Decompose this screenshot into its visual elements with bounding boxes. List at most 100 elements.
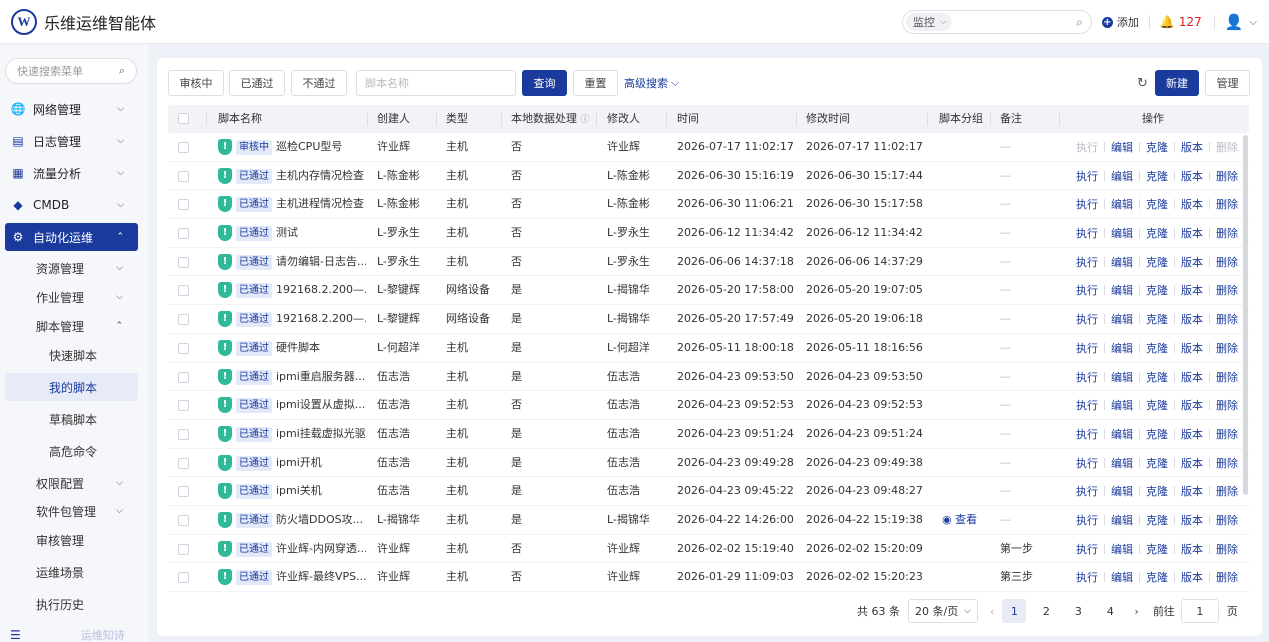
edit-button[interactable]: 编辑 [1111,254,1133,270]
cell-name[interactable]: 主机进程情况检查 [276,190,366,218]
edit-button[interactable]: 编辑 [1111,541,1133,557]
cell-name[interactable]: 巡检CPU型号 [276,133,366,161]
add-button[interactable]: + 添加 [1101,14,1139,30]
sidebar-item-draft-scripts[interactable]: 草稿脚本 [5,405,138,433]
table-row[interactable]: ! 已通过 防火墙DDOS攻... L-揭锦华 主机 是 L-揭锦华 2026-04-22 1… [168,506,1249,535]
goto-page-input[interactable]: 1 [1180,599,1219,623]
script-name-input[interactable]: 脚本名称 [356,70,516,96]
table-row[interactable]: ! 已通过 许业辉-内网穿透... 许业辉 主机 否 许业辉 2026-02-02 15:19… [168,535,1249,564]
delete-button[interactable]: 删除 [1216,282,1238,298]
row-checkbox[interactable] [178,170,189,182]
global-search[interactable]: 监控 ⌵ ⌕ [901,10,1092,34]
alert-button[interactable]: 🔔 127 [1160,15,1202,29]
delete-button[interactable]: 删除 [1216,311,1238,327]
cell-name[interactable]: 测试 [276,219,366,247]
select-all-checkbox[interactable] [178,113,189,124]
sidebar-item-history[interactable]: 执行历史 [36,592,136,616]
table-row[interactable]: ! 审核中 巡检CPU型号 许业辉 主机否许业辉 2026-07-17 11:02:17 2… [168,133,1249,162]
sidebar-item-quick-scripts[interactable]: 快速脚本 [5,341,138,369]
table-row[interactable]: ! 已通过 硬件脚本 L-何超洋 主机 是 L-何超洋 2026-05-11 18:00:18… [168,334,1249,363]
execute-button[interactable]: 执行 [1076,311,1098,327]
clone-button[interactable]: 克隆 [1146,196,1168,212]
delete-button[interactable]: 删除 [1216,483,1238,499]
table-row[interactable]: ! 已通过 ipmi开机 伍志浩 主机是伍志浩 2026-04-23 09:49:28 20… [168,449,1249,478]
row-checkbox[interactable] [178,228,189,240]
menu-search-input[interactable]: 快速搜索菜单 ⌕ [5,58,137,84]
delete-button[interactable]: 删除 [1216,139,1238,155]
table-row[interactable]: ! 已通过 192168.2.200—... L-黎键辉 网络设备 是 L-揭锦华 2026-… [168,276,1249,306]
execute-button[interactable]: 执行 [1076,254,1098,270]
table-row[interactable]: ! 已通过 测试 L-罗永生 主机 否 L-罗永生 2026-06-12 11:34:42 20… [168,219,1249,248]
edit-button[interactable]: 编辑 [1111,369,1133,385]
execute-button[interactable]: 执行 [1076,139,1098,155]
page-button-1[interactable]: 1 [1002,599,1027,623]
delete-button[interactable]: 删除 [1216,225,1238,241]
search-icon[interactable]: ⌕ [1076,15,1083,30]
delete-button[interactable]: 删除 [1216,369,1238,385]
clone-button[interactable]: 克隆 [1146,455,1168,471]
version-button[interactable]: 版本 [1181,369,1203,385]
delete-button[interactable]: 删除 [1216,196,1238,212]
page-size-select[interactable]: 20 条/页 ⌵ [908,599,978,623]
sidebar-item-review[interactable]: 审核管理 [36,528,136,552]
cell-name[interactable]: 许业辉-内网穿透... [276,535,366,563]
clone-button[interactable]: 克隆 [1146,311,1168,327]
sidebar-item-scripts[interactable]: 脚本管理 ⌃ [36,314,136,338]
next-page-icon[interactable]: › [1134,605,1138,618]
version-button[interactable]: 版本 [1181,139,1203,155]
row-checkbox[interactable] [178,199,189,211]
delete-button[interactable]: 删除 [1216,397,1238,413]
cell-name[interactable]: 192168.2.200—... [276,305,366,333]
new-button[interactable]: 新建 [1155,70,1199,96]
version-button[interactable]: 版本 [1181,282,1203,298]
cell-name[interactable]: 请勿编辑-日志告... [276,248,366,276]
clone-button[interactable]: 克隆 [1146,225,1168,241]
table-row[interactable]: ! 已通过 ipmi设置从虚拟... 伍志浩 主机 否 伍志浩 2026-04-23 09:5… [168,391,1249,420]
cell-name[interactable]: ipmi重启服务器... [276,363,366,391]
sidebar-item-permissions[interactable]: 权限配置 ⌵ [36,471,136,495]
reset-button[interactable]: 重置 [573,70,618,96]
cell-name[interactable]: ipmi关机 [276,477,366,505]
sidebar-item-danger-commands[interactable]: 高危命令 [5,437,138,465]
execute-button[interactable]: 执行 [1076,225,1098,241]
edit-button[interactable]: 编辑 [1111,196,1133,212]
version-button[interactable]: 版本 [1181,311,1203,327]
info-icon[interactable]: ⓘ [581,115,590,125]
sidebar-item-network[interactable]: 🌐 网络管理 ⌵ [5,95,138,123]
execute-button[interactable]: 执行 [1076,196,1098,212]
table-row[interactable]: ! 已通过 ipmi挂载虚拟光驱 伍志浩 主机是伍志浩 2026-04-23 09:51:… [168,420,1249,449]
delete-button[interactable]: 删除 [1216,541,1238,557]
execute-button[interactable]: 执行 [1076,541,1098,557]
version-button[interactable]: 版本 [1181,569,1203,585]
delete-button[interactable]: 删除 [1216,426,1238,442]
sidebar-item-logs[interactable]: ▤ 日志管理 ⌵ [5,127,138,155]
version-button[interactable]: 版本 [1181,455,1203,471]
search-category-select[interactable]: 监控 ⌵ [905,13,952,31]
sidebar-item-resources[interactable]: 资源管理 ⌵ [36,256,136,280]
version-button[interactable]: 版本 [1181,168,1203,184]
table-row[interactable]: ! 已通过 请勿编辑-日志告... L-罗永生 主机 否 L-罗永生 2026-06-06 1… [168,248,1249,277]
execute-button[interactable]: 执行 [1076,426,1098,442]
edit-button[interactable]: 编辑 [1111,455,1133,471]
table-row[interactable]: ! 已通过 主机进程情况检查 L-陈金彬 主机 否 L-陈金彬 2026-06-30 11:0… [168,190,1249,220]
cell-name[interactable]: ipmi开机 [276,449,366,477]
table-row[interactable]: ! 已通过 许业辉-最终VPS... 许业辉 主机 否 许业辉 2026-01-29 11:0… [168,563,1249,592]
clone-button[interactable]: 克隆 [1146,512,1168,528]
edit-button[interactable]: 编辑 [1111,569,1133,585]
cell-name[interactable]: 硬件脚本 [276,334,366,362]
execute-button[interactable]: 执行 [1076,512,1098,528]
table-row[interactable]: ! 已通过 ipmi关机 伍志浩 主机是伍志浩 2026-04-23 09:45:22 20… [168,477,1249,506]
execute-button[interactable]: 执行 [1076,397,1098,413]
clone-button[interactable]: 克隆 [1146,340,1168,356]
edit-button[interactable]: 编辑 [1111,512,1133,528]
row-checkbox[interactable] [178,514,189,526]
search-icon[interactable]: ⌕ [119,64,125,78]
row-checkbox[interactable] [178,543,189,555]
row-checkbox[interactable] [178,572,189,584]
delete-button[interactable]: 删除 [1216,512,1238,528]
collapse-menu-icon[interactable]: ☰ [10,628,21,642]
clone-button[interactable]: 克隆 [1146,541,1168,557]
execute-button[interactable]: 执行 [1076,369,1098,385]
version-button[interactable]: 版本 [1181,196,1203,212]
manage-button[interactable]: 管理 [1205,70,1250,96]
